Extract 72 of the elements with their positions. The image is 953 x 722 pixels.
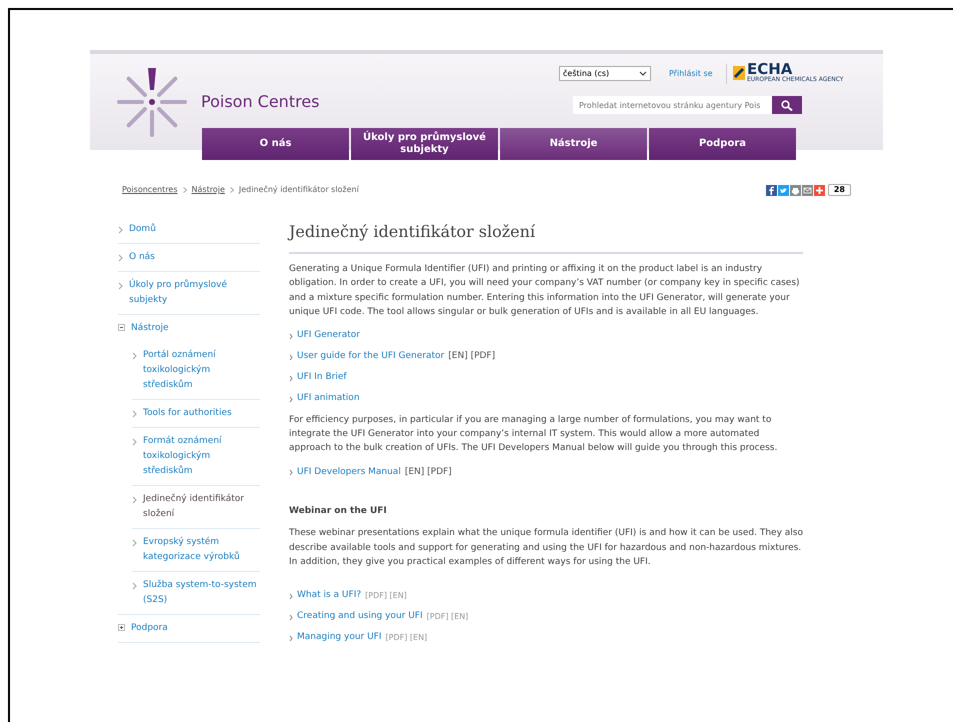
document-link[interactable]: What is a UFI?: [297, 589, 362, 603]
print-icon[interactable]: [790, 184, 801, 196]
document-link[interactable]: UFI animation: [297, 392, 360, 406]
sidebar-item[interactable]: Domů: [118, 216, 260, 243]
minus-icon[interactable]: [118, 324, 125, 331]
poison-logo-icon: [116, 66, 188, 138]
facebook-icon[interactable]: [766, 184, 777, 196]
search-button[interactable]: [772, 96, 802, 114]
document-link[interactable]: UFI In Brief: [297, 371, 347, 385]
breadcrumb-current: Jedinečný identifikátor složení: [238, 184, 359, 196]
chevron-icon: [132, 438, 137, 446]
document-link[interactable]: Managing your UFI: [297, 631, 382, 645]
section-heading: Webinar on the UFI: [289, 504, 388, 518]
chevron-icon: [289, 592, 293, 600]
document-link[interactable]: UFI Generator: [297, 329, 360, 343]
chevron-icon: [132, 410, 137, 418]
chevron-icon: [132, 582, 137, 590]
chevron-icon: [289, 332, 293, 340]
language-select[interactable]: čeština (cs): [559, 66, 651, 81]
login-link[interactable]: Přihlásit se: [669, 68, 713, 80]
chevron-icon: [132, 539, 137, 547]
sidebar-subitem[interactable]: Služba system-to-system (S2S): [132, 572, 260, 614]
chevron-icon: [289, 614, 293, 621]
chevron-icon: [132, 352, 137, 360]
chevron-icon: [118, 254, 123, 262]
chevron-icon: [230, 187, 234, 193]
plus-icon[interactable]: [118, 624, 125, 631]
caret-icon: [639, 71, 647, 76]
format-tag: [EN] [PDF]: [448, 350, 496, 364]
sidebar-subitem[interactable]: Jedinečný identifikátor složení: [132, 486, 260, 529]
paragraph: For efficiency purposes, in particular if you are managing a large number of formulations, you may want to integrate the UFI Generator into your company’s internal IT system. This would allow a more automated approach to the bulk creation of UFIs. The UFI Developers Manual below will guide you through this process.: [289, 414, 778, 456]
chevron-icon: [289, 396, 293, 403]
document-link[interactable]: User guide for the UFI Generator: [297, 350, 444, 364]
sidebar-subitem[interactable]: Evropský systém kategorizace výrobků: [132, 529, 260, 572]
share-count: 28: [828, 184, 851, 196]
sidebar-item[interactable]: Podpora: [118, 615, 260, 642]
sidebar-subitem[interactable]: Formát oznámení toxikologickým střediskům: [132, 428, 260, 486]
document-link[interactable]: Creating and using your UFI: [297, 610, 423, 624]
nav-tab[interactable]: Nástroje: [500, 128, 647, 160]
nav-tab[interactable]: Úkoly pro průmyslové subjekty: [351, 128, 498, 160]
chevron-icon: [289, 374, 293, 382]
search-icon: [781, 100, 793, 110]
breadcrumb-link[interactable]: Poisoncentres: [122, 184, 178, 196]
format-tag: [PDF] [EN]: [386, 632, 428, 644]
chevron-icon: [118, 282, 123, 290]
sidebar-item[interactable]: O nás: [118, 244, 260, 271]
twitter-icon[interactable]: [778, 184, 789, 196]
sidebar-item[interactable]: Nástroje: [118, 315, 260, 342]
nav-tab[interactable]: Podpora: [649, 128, 796, 160]
logo-name: ECHA: [747, 62, 792, 76]
paragraph: Generating a Unique Formula Identifier (UFI) and printing or affixing it on the product label is an industry obligation. In order to create a UFI, you will need your company’s VAT number (or company key in specific cases) and a mixture specific formulation number. Entering this information into the UFI Generator, will generate your unique UFI code. The tool allows singular or bulk generation of UFIs and is available in all EU languages.: [289, 263, 801, 320]
site-title[interactable]: Poison Centres: [201, 90, 320, 114]
chevron-icon: [132, 496, 137, 504]
sidebar-subitem[interactable]: Portál oznámení toxikologickým střediskům: [132, 342, 260, 400]
chevron-icon: [289, 468, 293, 476]
format-tag: [PDF] [EN]: [365, 590, 407, 602]
format-tag: [PDF] [EN]: [426, 611, 468, 624]
chevron-icon: [289, 354, 293, 361]
search-field[interactable]: Prohledat internetovou stránku agentury Pois: [573, 96, 773, 114]
breadcrumb-link[interactable]: Nástroje: [192, 184, 225, 196]
paragraph: These webinar presentations explain what the unique formula identifier (UFI) is and how it can be used. They also describe available tools and support for generating and using the UFI for hazardous and non-hazardous mixtures. In addition, they give you practical examples of different ways for using the UFI.: [289, 527, 803, 570]
echa-logo-icon: [733, 66, 745, 80]
chevron-icon: [289, 634, 293, 642]
nav-tab[interactable]: O nás: [202, 128, 349, 160]
sidebar-subitem[interactable]: Tools for authorities: [132, 400, 260, 428]
document-link[interactable]: UFI Developers Manual: [297, 466, 401, 480]
chevron-icon: [182, 187, 187, 193]
sidebar-item[interactable]: Úkoly pro průmyslové subjekty: [118, 272, 260, 314]
page-title: Jedinečný identifikátor složení: [289, 220, 803, 254]
chevron-icon: [118, 226, 123, 234]
format-tag: [EN] [PDF]: [404, 466, 452, 480]
email-icon[interactable]: [802, 184, 813, 196]
